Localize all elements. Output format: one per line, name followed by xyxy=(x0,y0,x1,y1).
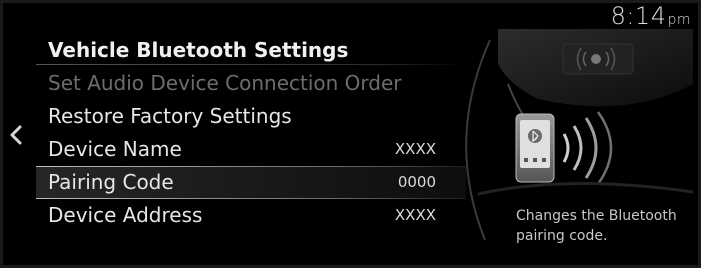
menu-item-device-address[interactable]: Device Address XXXX xyxy=(36,199,466,232)
menu-item-restore-factory-settings[interactable]: Restore Factory Settings xyxy=(36,100,466,133)
menu-item-label: Restore Factory Settings xyxy=(48,104,292,128)
menu-title: Vehicle Bluetooth Settings xyxy=(36,34,466,67)
frame-left-border xyxy=(0,0,3,268)
chevron-left-icon xyxy=(10,125,22,145)
bluetooth-settings-screen: 8:14pm Vehicle Bluetooth Settings Set Au… xyxy=(0,0,701,268)
menu-item-label: Device Address xyxy=(48,203,203,227)
frame-top-border xyxy=(0,0,701,3)
menu-title-label: Vehicle Bluetooth Settings xyxy=(48,38,349,62)
menu-item-audio-connection-order[interactable]: Set Audio Device Connection Order xyxy=(36,67,466,100)
bluetooth-phone-icon xyxy=(478,29,693,196)
menu-item-label: Set Audio Device Connection Order xyxy=(48,71,402,95)
settings-menu: Vehicle Bluetooth Settings Set Audio Dev… xyxy=(36,34,466,232)
back-button[interactable] xyxy=(6,123,26,147)
help-description: Changes the Bluetooth pairing code. xyxy=(516,208,677,244)
menu-item-pairing-code[interactable]: Pairing Code 0000 xyxy=(36,166,466,199)
menu-item-device-name[interactable]: Device Name XXXX xyxy=(36,133,466,166)
title-divider xyxy=(36,64,466,65)
menu-item-label: Device Name xyxy=(48,137,182,161)
menu-item-label: Pairing Code xyxy=(48,170,174,194)
